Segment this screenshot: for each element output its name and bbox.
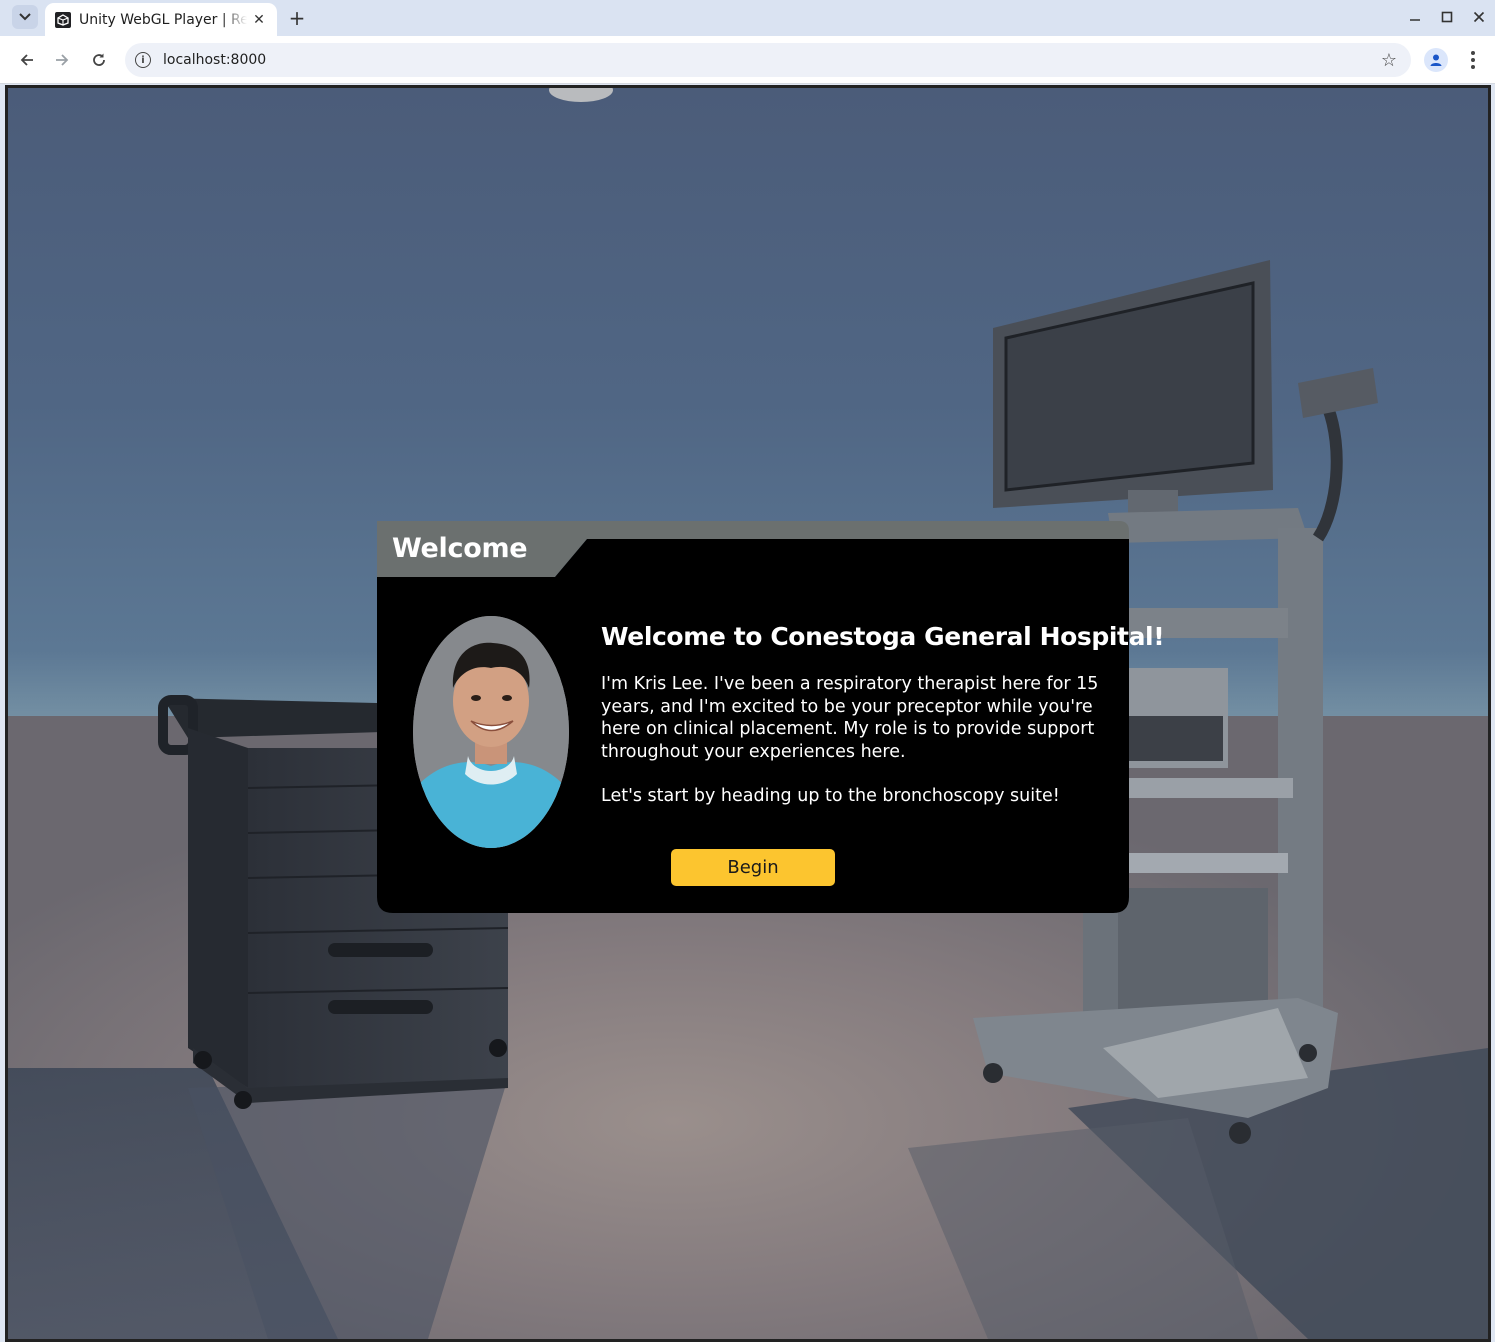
browser-toolbar: i localhost:8000 ☆ [0, 36, 1495, 84]
browser-tab[interactable]: Unity WebGL Player | Respiratory Therapy… [45, 3, 277, 36]
reload-icon[interactable] [85, 46, 113, 74]
info-icon[interactable]: i [135, 52, 151, 68]
chevron-down-icon [19, 13, 31, 21]
tab-strip: Unity WebGL Player | Respiratory Therapy… [0, 0, 1495, 36]
window-controls [1399, 0, 1495, 34]
intro-paragraph: I'm Kris Lee. I've been a respiratory th… [601, 674, 1099, 762]
begin-button[interactable]: Begin [671, 849, 835, 886]
plus-icon[interactable]: + [286, 6, 308, 30]
url-text[interactable]: localhost:8000 [163, 52, 266, 68]
address-bar[interactable]: i localhost:8000 ☆ [125, 43, 1411, 77]
dialog-body: I'm Kris Lee. I've been a respiratory th… [601, 673, 1101, 808]
dialog-heading: Welcome to Conestoga General Hospital! [601, 622, 1165, 651]
close-icon[interactable]: ✕ [251, 12, 267, 28]
maximize-icon[interactable] [1431, 0, 1463, 34]
tab-search-button[interactable] [12, 5, 38, 29]
profile-icon[interactable] [1424, 48, 1448, 72]
minimize-icon[interactable] [1399, 0, 1431, 34]
kebab-menu-icon[interactable] [1462, 48, 1484, 72]
star-icon[interactable]: ☆ [1381, 50, 1397, 71]
preceptor-avatar [413, 616, 569, 848]
tab-title: Unity WebGL Player | Respiratory Therapy [79, 11, 247, 28]
instruction-paragraph: Let's start by heading up to the broncho… [601, 786, 1060, 806]
welcome-dialog: Welcome Welcome to Conestoga General Hos… [377, 521, 1165, 913]
dialog-title: Welcome [392, 533, 528, 564]
unity-canvas[interactable]: Welcome Welcome to Conestoga General Hos… [5, 85, 1491, 1342]
forward-arrow-icon[interactable] [48, 46, 76, 74]
unity-icon [55, 11, 71, 28]
close-window-icon[interactable] [1463, 0, 1495, 34]
back-arrow-icon[interactable] [13, 46, 41, 74]
